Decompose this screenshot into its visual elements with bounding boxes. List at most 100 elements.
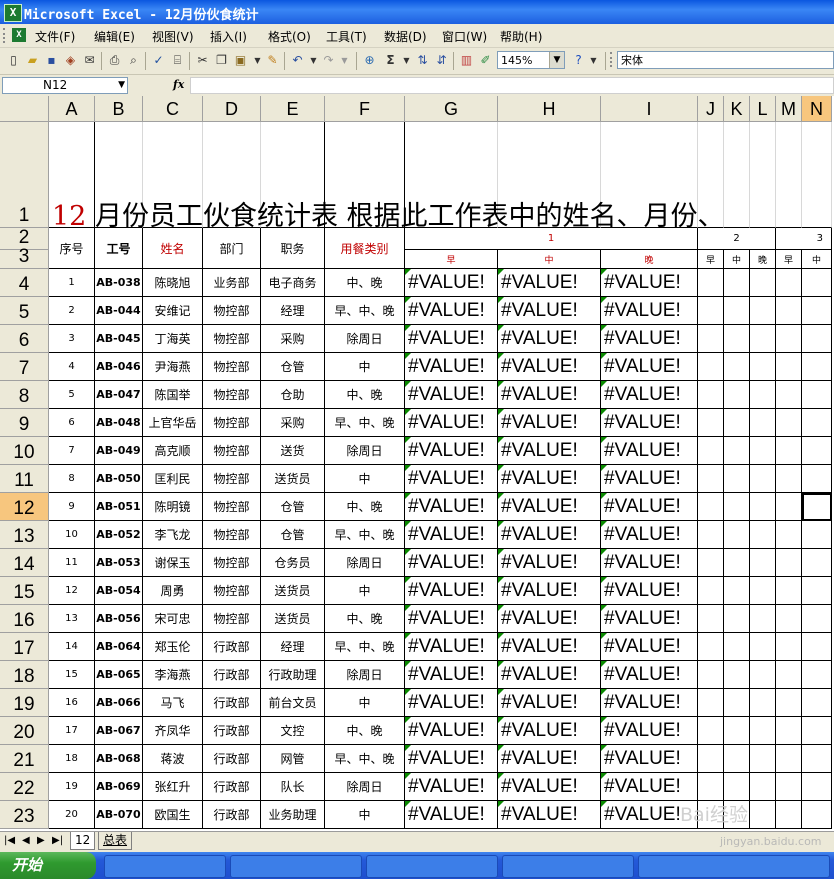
meal-label[interactable]: 早 — [405, 250, 498, 269]
cell-empty[interactable] — [724, 745, 750, 773]
cell-empty[interactable] — [724, 773, 750, 801]
cell-dept[interactable]: 物控部 — [203, 325, 261, 353]
chevron-down-icon[interactable]: ▼ — [549, 52, 564, 68]
cell-empty[interactable] — [698, 661, 724, 689]
cell-dept[interactable]: 行政部 — [203, 661, 261, 689]
row-header-12[interactable]: 12 — [0, 493, 49, 521]
cell-position[interactable]: 送货员 — [261, 605, 325, 633]
cell-dept[interactable]: 行政部 — [203, 689, 261, 717]
cell-error-value[interactable]: #VALUE! — [601, 717, 698, 745]
cell-empty[interactable] — [750, 437, 776, 465]
cell-empty[interactable] — [698, 633, 724, 661]
cell-empty[interactable] — [698, 269, 724, 297]
cell-empty[interactable] — [776, 633, 802, 661]
redo-dropdown-icon[interactable]: ▼ — [336, 52, 353, 69]
cell-name[interactable]: 郑玉伦 — [143, 633, 203, 661]
column-header-n[interactable]: N — [802, 96, 832, 122]
cell-error-value[interactable]: #VALUE! — [498, 269, 601, 297]
taskbar-item[interactable] — [104, 855, 226, 878]
cell-error-value[interactable]: #VALUE! — [601, 325, 698, 353]
row-header-11[interactable]: 11 — [0, 465, 49, 493]
cell-seq[interactable]: 17 — [49, 717, 95, 745]
menu-tools[interactable]: 工具(T) — [326, 28, 367, 45]
undo-icon[interactable]: ↶ — [289, 52, 306, 69]
cell-position[interactable]: 经理 — [261, 297, 325, 325]
cell-name[interactable]: 陈明镜 — [143, 493, 203, 521]
cell-error-value[interactable]: #VALUE! — [405, 549, 498, 577]
row-header-3[interactable]: 3 — [0, 246, 49, 269]
row-header-1[interactable]: 1 — [0, 122, 49, 228]
cell-empty[interactable] — [698, 465, 724, 493]
menu-insert[interactable]: 插入(I) — [210, 28, 247, 45]
cell-id[interactable]: AB-065 — [95, 661, 143, 689]
sort-descending-icon[interactable]: ⇵ — [433, 52, 450, 69]
cell-empty[interactable] — [698, 353, 724, 381]
cell-error-value[interactable]: #VALUE! — [405, 633, 498, 661]
cell-name[interactable]: 周勇 — [143, 577, 203, 605]
cell-empty[interactable] — [776, 465, 802, 493]
cell-empty[interactable] — [802, 269, 832, 297]
cell-error-value[interactable]: #VALUE! — [498, 381, 601, 409]
cell-error-value[interactable]: #VALUE! — [498, 549, 601, 577]
menu-view[interactable]: 视图(V) — [152, 28, 194, 45]
cell-error-value[interactable]: #VALUE! — [405, 493, 498, 521]
cell-empty[interactable] — [802, 297, 832, 325]
cell-empty[interactable] — [698, 493, 724, 521]
cell-dept[interactable]: 行政部 — [203, 801, 261, 829]
header-dept[interactable]: 部门 — [203, 228, 261, 269]
cut-icon[interactable]: ✂ — [194, 52, 211, 69]
cell-seq[interactable]: 6 — [49, 409, 95, 437]
cell-name[interactable]: 高克顺 — [143, 437, 203, 465]
cell-dept[interactable]: 物控部 — [203, 465, 261, 493]
cell-error-value[interactable]: #VALUE! — [405, 325, 498, 353]
cell-empty[interactable] — [724, 465, 750, 493]
row-header-20[interactable]: 20 — [0, 717, 49, 745]
cell-dept[interactable]: 物控部 — [203, 353, 261, 381]
row-header-18[interactable]: 18 — [0, 661, 49, 689]
day-group-2[interactable]: 2 — [698, 228, 776, 250]
cell-meal[interactable]: 中 — [325, 353, 405, 381]
cell-empty[interactable] — [698, 549, 724, 577]
cell-meal[interactable]: 早、中、晚 — [325, 633, 405, 661]
cell-empty[interactable] — [750, 465, 776, 493]
print-preview-icon[interactable]: ⌕ — [125, 52, 142, 69]
autosum-dropdown-icon[interactable]: ▼ — [398, 52, 415, 69]
cell-empty[interactable] — [698, 773, 724, 801]
cell-error-value[interactable]: #VALUE! — [498, 605, 601, 633]
cell-dept[interactable]: 行政部 — [203, 633, 261, 661]
cell-dept[interactable]: 行政部 — [203, 717, 261, 745]
column-header-b[interactable]: B — [95, 96, 143, 122]
cell-name[interactable]: 谢保玉 — [143, 549, 203, 577]
email-icon[interactable]: ✉ — [81, 52, 98, 69]
cell-empty[interactable] — [776, 549, 802, 577]
cell-name[interactable]: 安维记 — [143, 297, 203, 325]
cell-error-value[interactable]: #VALUE! — [601, 493, 698, 521]
next-sheet-icon[interactable]: ▶ — [37, 835, 45, 846]
cell-empty[interactable] — [750, 409, 776, 437]
cell-row1[interactable] — [724, 122, 750, 228]
cell-name[interactable]: 丁海英 — [143, 325, 203, 353]
cell-seq[interactable]: 7 — [49, 437, 95, 465]
cell-meal[interactable]: 除周日 — [325, 325, 405, 353]
cell-meal[interactable]: 中 — [325, 465, 405, 493]
cell-empty[interactable] — [750, 661, 776, 689]
cell-empty[interactable] — [750, 717, 776, 745]
spelling-icon[interactable]: ✓ — [150, 52, 167, 69]
cell-empty[interactable] — [776, 409, 802, 437]
cell-dept[interactable]: 物控部 — [203, 297, 261, 325]
cell-empty[interactable] — [698, 297, 724, 325]
open-folder-icon[interactable]: ▰ — [24, 52, 41, 69]
cell-position[interactable]: 文控 — [261, 717, 325, 745]
help-dropdown-icon[interactable]: ▼ — [585, 52, 602, 69]
header-name[interactable]: 姓名 — [143, 228, 203, 269]
new-document-icon[interactable]: ▯ — [5, 52, 22, 69]
cell-empty[interactable] — [802, 801, 832, 829]
cell-empty[interactable] — [750, 577, 776, 605]
chart-wizard-icon[interactable]: ▥ — [458, 52, 475, 69]
first-sheet-icon[interactable]: |◀ — [4, 835, 15, 846]
cell-id[interactable]: AB-047 — [95, 381, 143, 409]
cell-empty[interactable] — [724, 633, 750, 661]
cell-empty[interactable] — [750, 297, 776, 325]
cell-empty[interactable] — [802, 661, 832, 689]
cell-empty[interactable] — [750, 689, 776, 717]
